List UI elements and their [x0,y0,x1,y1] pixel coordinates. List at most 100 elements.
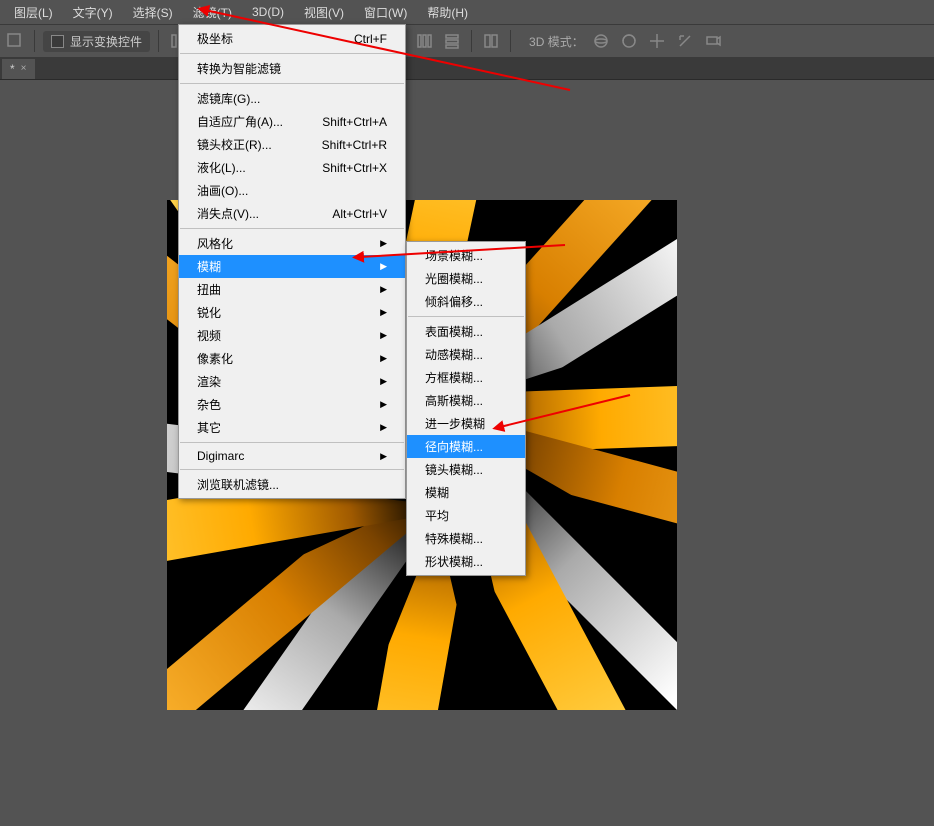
filter-menu-item[interactable]: 视频 ▶ [179,324,405,347]
menu-item-label: 平均 [425,507,449,524]
menu-divider [180,228,404,229]
filter-menu-item[interactable]: 渲染▶ [179,370,405,393]
blur-menu-item[interactable]: 表面模糊... [407,320,525,343]
menu-item-label: 油画(O)... [197,182,248,199]
submenu-arrow-icon: ▶ [380,307,387,318]
menu-text[interactable]: 文字(Y) [63,1,123,24]
document-tabstrip: * × [0,58,934,80]
filter-menu-item[interactable]: 风格化▶ [179,232,405,255]
3d-orbit-icon[interactable] [590,30,612,52]
menu-item-label: 转换为智能滤镜 [197,60,281,77]
distribute-icon-3[interactable] [480,30,502,52]
menu-item-label: 动感模糊... [425,346,483,363]
menu-divider [408,316,524,317]
blur-menu-item[interactable]: 平均 [407,504,525,527]
distribute-icon-2[interactable] [441,30,463,52]
menu-item-label: 滤镜库(G)... [197,90,260,107]
blur-menu-item[interactable]: 特殊模糊... [407,527,525,550]
menu-shortcut: Shift+Ctrl+R [322,138,387,152]
menu-layer[interactable]: 图层(L) [4,1,63,24]
filter-menu-item[interactable]: 其它▶ [179,416,405,439]
menu-item-label: 消失点(V)... [197,205,259,222]
filter-menu-item[interactable]: 油画(O)... [179,179,405,202]
menu-shortcut: Ctrl+F [354,32,387,46]
blur-menu-item[interactable]: 倾斜偏移... [407,290,525,313]
menubar: 图层(L) 文字(Y) 选择(S) 滤镜(T) 3D(D) 视图(V) 窗口(W… [0,0,934,24]
menu-divider [180,469,404,470]
menu-divider [180,53,404,54]
filter-menu-item[interactable]: 镜头校正(R)...Shift+Ctrl+R [179,133,405,156]
menu-view[interactable]: 视图(V) [294,1,354,24]
blur-menu-item[interactable]: 径向模糊... [407,435,525,458]
menu-item-label: 锐化 [197,304,221,321]
filter-menu-item[interactable]: 液化(L)... Shift+Ctrl+X [179,156,405,179]
blur-menu-item[interactable]: 形状模糊... [407,550,525,573]
submenu-arrow-icon: ▶ [380,353,387,364]
filter-menu-item[interactable]: 扭曲 ▶ [179,278,405,301]
filter-menu-item[interactable]: Digimarc ▶ [179,446,405,466]
filter-menu: 极坐标 Ctrl+F 转换为智能滤镜滤镜库(G)... 自适应广角(A)...Shif… [178,24,406,499]
menu-item-label: 液化(L)... [197,159,246,176]
distribute-icon-1[interactable] [413,30,435,52]
menu-item-label: 进一步模糊 [425,415,485,432]
menu-item-label: 扭曲 [197,281,221,298]
blur-menu-item[interactable]: 光圈模糊... [407,267,525,290]
submenu-arrow-icon: ▶ [380,284,387,295]
filter-menu-item[interactable]: 浏览联机滤镜... [179,473,405,496]
3d-pan-icon[interactable] [646,30,668,52]
submenu-arrow-icon: ▶ [380,399,387,410]
menu-help[interactable]: 帮助(H) [417,1,478,24]
menu-item-label: 极坐标 [197,30,233,47]
checkbox-icon [51,35,64,48]
blur-submenu: 场景模糊... 光圈模糊...倾斜偏移... 表面模糊... 动感模糊... 方框模糊.… [406,241,526,576]
submenu-arrow-icon: ▶ [380,330,387,341]
3d-slide-icon[interactable] [674,30,696,52]
blur-menu-item[interactable]: 进一步模糊 [407,412,525,435]
filter-menu-item[interactable]: 杂色 ▶ [179,393,405,416]
blur-menu-item[interactable]: 高斯模糊... [407,389,525,412]
filter-menu-item[interactable]: 滤镜库(G)... [179,87,405,110]
menu-3d[interactable]: 3D(D) [242,2,294,22]
menu-select[interactable]: 选择(S) [123,1,183,24]
blur-menu-item[interactable]: 方框模糊... [407,366,525,389]
filter-menu-item[interactable]: 自适应广角(A)...Shift+Ctrl+A [179,110,405,133]
menu-item-label: 场景模糊... [425,247,483,264]
filter-menu-item[interactable]: 转换为智能滤镜 [179,57,405,80]
filter-menu-item[interactable]: 锐化 ▶ [179,301,405,324]
filter-menu-item[interactable]: 模糊▶ [179,255,405,278]
menu-item-label: 特殊模糊... [425,530,483,547]
blur-menu-item[interactable]: 动感模糊... [407,343,525,366]
menu-shortcut: Shift+Ctrl+A [322,115,387,129]
menu-item-label: 表面模糊... [425,323,483,340]
filter-menu-item[interactable]: 消失点(V)... Alt+Ctrl+V [179,202,405,225]
menu-item-label: 形状模糊... [425,553,483,570]
menu-window[interactable]: 窗口(W) [354,1,417,24]
submenu-arrow-icon: ▶ [380,451,387,462]
blur-menu-item[interactable]: 场景模糊... [407,244,525,267]
blur-menu-item[interactable]: 模糊 [407,481,525,504]
transform-controls-label: 显示变换控件 [70,33,142,50]
tool-icon[interactable] [4,30,26,52]
menu-shortcut: Shift+Ctrl+X [322,161,387,175]
3d-roll-icon[interactable] [618,30,640,52]
menu-item-label: Digimarc [197,449,244,463]
submenu-arrow-icon: ▶ [380,238,387,249]
menu-item-label: 径向模糊... [425,438,483,455]
options-toolbar: 显示变换控件 3D 模式： [0,24,934,58]
menu-item-label: 渲染 [197,373,221,390]
show-transform-controls[interactable]: 显示变换控件 [43,31,150,52]
filter-menu-item[interactable]: 像素化▶ [179,347,405,370]
submenu-arrow-icon: ▶ [380,422,387,433]
menu-item-label: 杂色 [197,396,221,413]
menu-item-label: 浏览联机滤镜... [197,476,279,493]
menu-filter[interactable]: 滤镜(T) [183,1,242,24]
mode3d-label: 3D 模式： [529,33,584,50]
filter-menu-item[interactable]: 极坐标 Ctrl+F [179,27,405,50]
3d-zoom-icon[interactable] [702,30,724,52]
document-tab[interactable]: * × [2,59,35,79]
menu-item-label: 视频 [197,327,221,344]
menu-shortcut: Alt+Ctrl+V [332,207,387,221]
close-icon[interactable]: × [21,63,27,74]
menu-item-label: 镜头模糊... [425,461,483,478]
blur-menu-item[interactable]: 镜头模糊... [407,458,525,481]
